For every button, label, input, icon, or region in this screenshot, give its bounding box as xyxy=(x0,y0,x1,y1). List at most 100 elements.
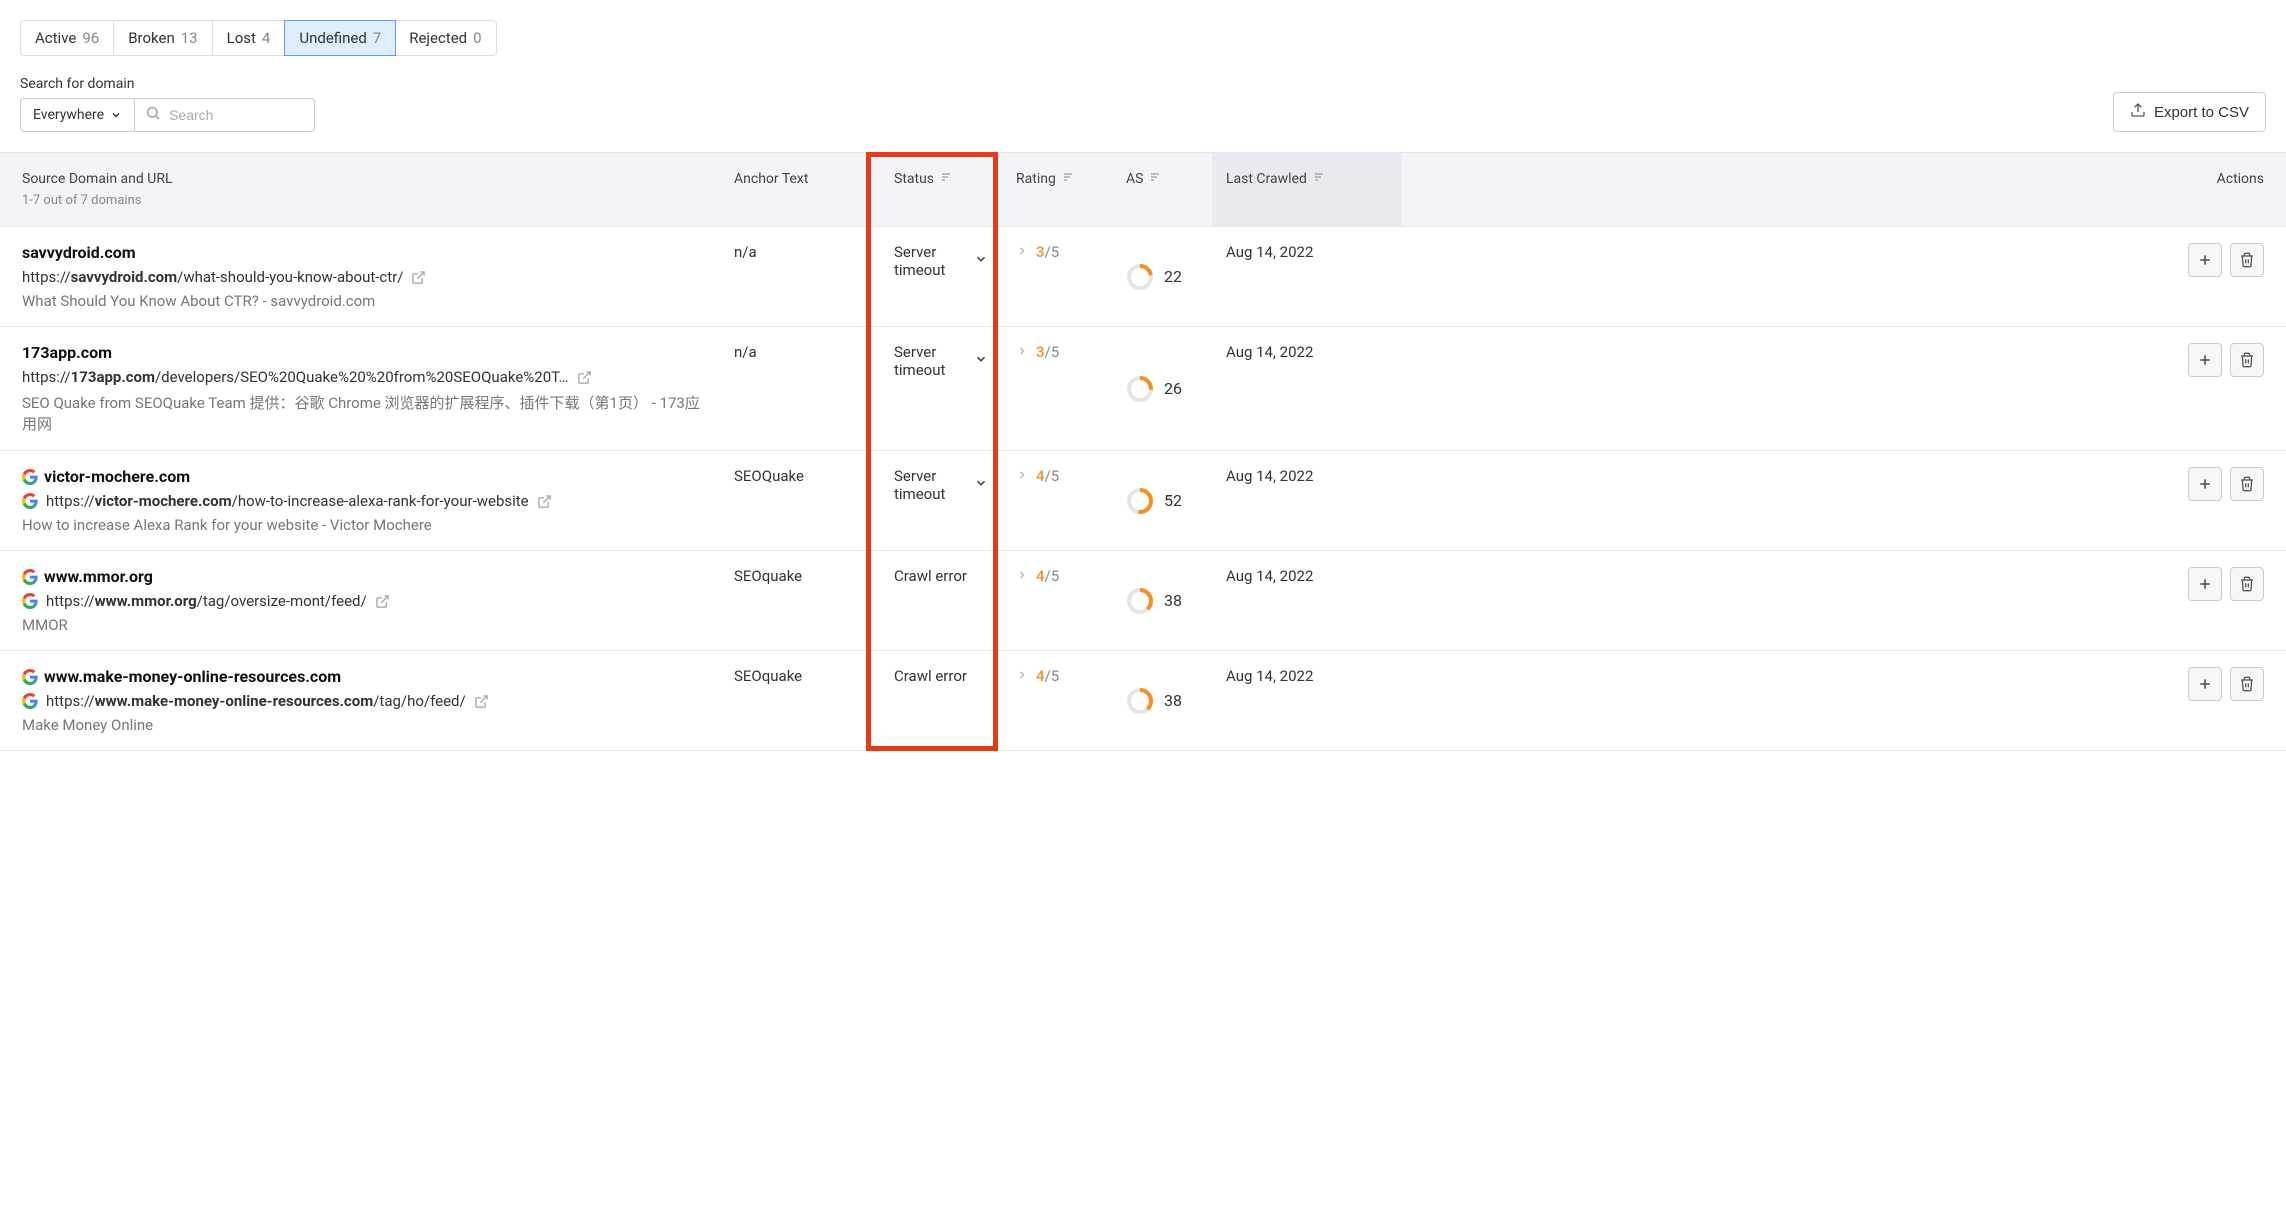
search-scope-dropdown[interactable]: Everywhere xyxy=(20,98,135,132)
export-label: Export to CSV xyxy=(2154,104,2249,121)
delete-button[interactable] xyxy=(2230,567,2264,601)
anchor-text: n/a xyxy=(720,243,880,310)
tab-rejected[interactable]: Rejected0 xyxy=(395,21,495,55)
as-value: 52 xyxy=(1164,491,1182,510)
rating-value: 3/5 xyxy=(1036,343,1059,361)
chevron-right-icon[interactable] xyxy=(1016,243,1028,261)
tab-broken[interactable]: Broken 13 xyxy=(114,21,212,55)
source-url[interactable]: https://victor-mochere.com/how-to-increa… xyxy=(46,492,529,510)
source-url[interactable]: https://www.make-money-online-resources.… xyxy=(46,692,466,710)
as-value: 26 xyxy=(1164,379,1182,398)
export-csv-button[interactable]: Export to CSV xyxy=(2113,92,2266,132)
external-link-icon[interactable] xyxy=(375,594,390,609)
domain-name[interactable]: www.make-money-online-resources.com xyxy=(44,667,341,686)
delete-button[interactable] xyxy=(2230,243,2264,277)
table-row: www.make-money-online-resources.com https… xyxy=(0,651,2286,751)
add-button[interactable] xyxy=(2188,567,2222,601)
rating-value: 4/5 xyxy=(1036,667,1059,685)
delete-button[interactable] xyxy=(2230,343,2264,377)
page-title: SEO Quake from SEOQuake Team 提供：谷歌 Chrom… xyxy=(22,392,706,434)
backlinks-table: Source Domain and URL 1-7 out of 7 domai… xyxy=(0,152,2286,751)
sort-icon xyxy=(1062,171,1074,183)
external-link-icon[interactable] xyxy=(577,370,592,385)
domain-name[interactable]: victor-mochere.com xyxy=(44,467,190,486)
anchor-text: SEOquake xyxy=(720,667,880,734)
status-value: Crawl error xyxy=(894,567,988,585)
domain-name[interactable]: www.mmor.org xyxy=(44,567,153,586)
external-link-icon[interactable] xyxy=(537,494,552,509)
sort-icon xyxy=(940,171,952,183)
tab-count: 13 xyxy=(181,29,198,47)
tab-count: 96 xyxy=(82,29,99,47)
rating-value: 4/5 xyxy=(1036,467,1059,485)
search-label: Search for domain xyxy=(20,76,315,92)
chevron-down-icon[interactable] xyxy=(974,352,988,370)
domain-name[interactable]: 173app.com xyxy=(22,343,112,362)
search-input[interactable] xyxy=(169,107,304,123)
chevron-right-icon[interactable] xyxy=(1016,467,1028,485)
add-button[interactable] xyxy=(2188,243,2222,277)
column-header-domain: Source Domain and URL 1-7 out of 7 domai… xyxy=(0,153,720,226)
search-icon xyxy=(145,105,161,125)
last-crawled: Aug 14, 2022 xyxy=(1212,467,1402,534)
as-ring-icon xyxy=(1126,263,1154,291)
last-crawled: Aug 14, 2022 xyxy=(1212,567,1402,634)
external-link-icon[interactable] xyxy=(474,694,489,709)
status-value[interactable]: Server timeout xyxy=(894,343,988,379)
table-row: www.mmor.org https://www.mmor.org/tag/ove… xyxy=(0,551,2286,651)
chevron-down-icon xyxy=(110,109,122,121)
external-link-icon[interactable] xyxy=(411,270,426,285)
chevron-down-icon[interactable] xyxy=(974,476,988,494)
search-scope-value: Everywhere xyxy=(33,107,104,123)
delete-button[interactable] xyxy=(2230,667,2264,701)
source-url[interactable]: https://savvydroid.com/what-should-you-k… xyxy=(22,268,403,286)
export-icon xyxy=(2130,102,2146,122)
column-header-rating[interactable]: Rating xyxy=(1002,153,1112,226)
add-button[interactable] xyxy=(2188,343,2222,377)
add-button[interactable] xyxy=(2188,667,2222,701)
domain-count-label: 1-7 out of 7 domains xyxy=(22,193,141,208)
last-crawled: Aug 14, 2022 xyxy=(1212,667,1402,734)
tab-count: 7 xyxy=(373,29,381,47)
page-title: How to increase Alexa Rank for your webs… xyxy=(22,516,706,534)
column-header-status[interactable]: Status xyxy=(880,153,1002,226)
anchor-text: SEOQuake xyxy=(720,467,880,534)
tab-lost[interactable]: Lost4 xyxy=(213,21,286,55)
table-row: victor-mochere.com https://victor-mochere… xyxy=(0,451,2286,551)
column-header-as[interactable]: AS xyxy=(1112,153,1212,226)
tab-label: Lost xyxy=(227,29,256,47)
status-value[interactable]: Server timeout xyxy=(894,243,988,279)
status-value: Crawl error xyxy=(894,667,988,685)
tab-label: Undefined xyxy=(299,29,366,47)
tab-label: Active xyxy=(35,29,76,47)
as-ring-icon xyxy=(1126,587,1154,615)
anchor-text: n/a xyxy=(720,343,880,434)
source-url[interactable]: https://www.mmor.org/tag/oversize-mont/f… xyxy=(46,592,367,610)
add-button[interactable] xyxy=(2188,467,2222,501)
domain-name[interactable]: savvydroid.com xyxy=(22,243,136,262)
sort-icon xyxy=(1149,171,1161,183)
column-header-actions: Actions xyxy=(1402,153,2286,226)
delete-button[interactable] xyxy=(2230,467,2264,501)
column-header-crawled[interactable]: Last Crawled xyxy=(1212,153,1402,226)
tab-label: Broken xyxy=(128,29,175,47)
as-ring-icon xyxy=(1126,687,1154,715)
as-value: 22 xyxy=(1164,267,1182,286)
status-value[interactable]: Server timeout xyxy=(894,467,988,503)
anchor-text: SEOquake xyxy=(720,567,880,634)
sort-icon xyxy=(1313,171,1325,183)
tab-undefined[interactable]: Undefined 7 xyxy=(284,20,396,56)
as-value: 38 xyxy=(1164,591,1182,610)
source-url[interactable]: https://173app.com/developers/SEO%20Quak… xyxy=(22,368,569,386)
rating-value: 4/5 xyxy=(1036,567,1059,585)
chevron-right-icon[interactable] xyxy=(1016,667,1028,685)
chevron-right-icon[interactable] xyxy=(1016,343,1028,361)
tab-active[interactable]: Active 96 xyxy=(21,21,114,55)
last-crawled: Aug 14, 2022 xyxy=(1212,343,1402,434)
page-title: MMOR xyxy=(22,616,706,634)
chevron-right-icon[interactable] xyxy=(1016,567,1028,585)
tab-label: Rejected xyxy=(409,29,467,47)
chevron-down-icon[interactable] xyxy=(974,252,988,270)
page-title: Make Money Online xyxy=(22,716,706,734)
page-title: What Should You Know About CTR? - savvyd… xyxy=(22,292,706,310)
